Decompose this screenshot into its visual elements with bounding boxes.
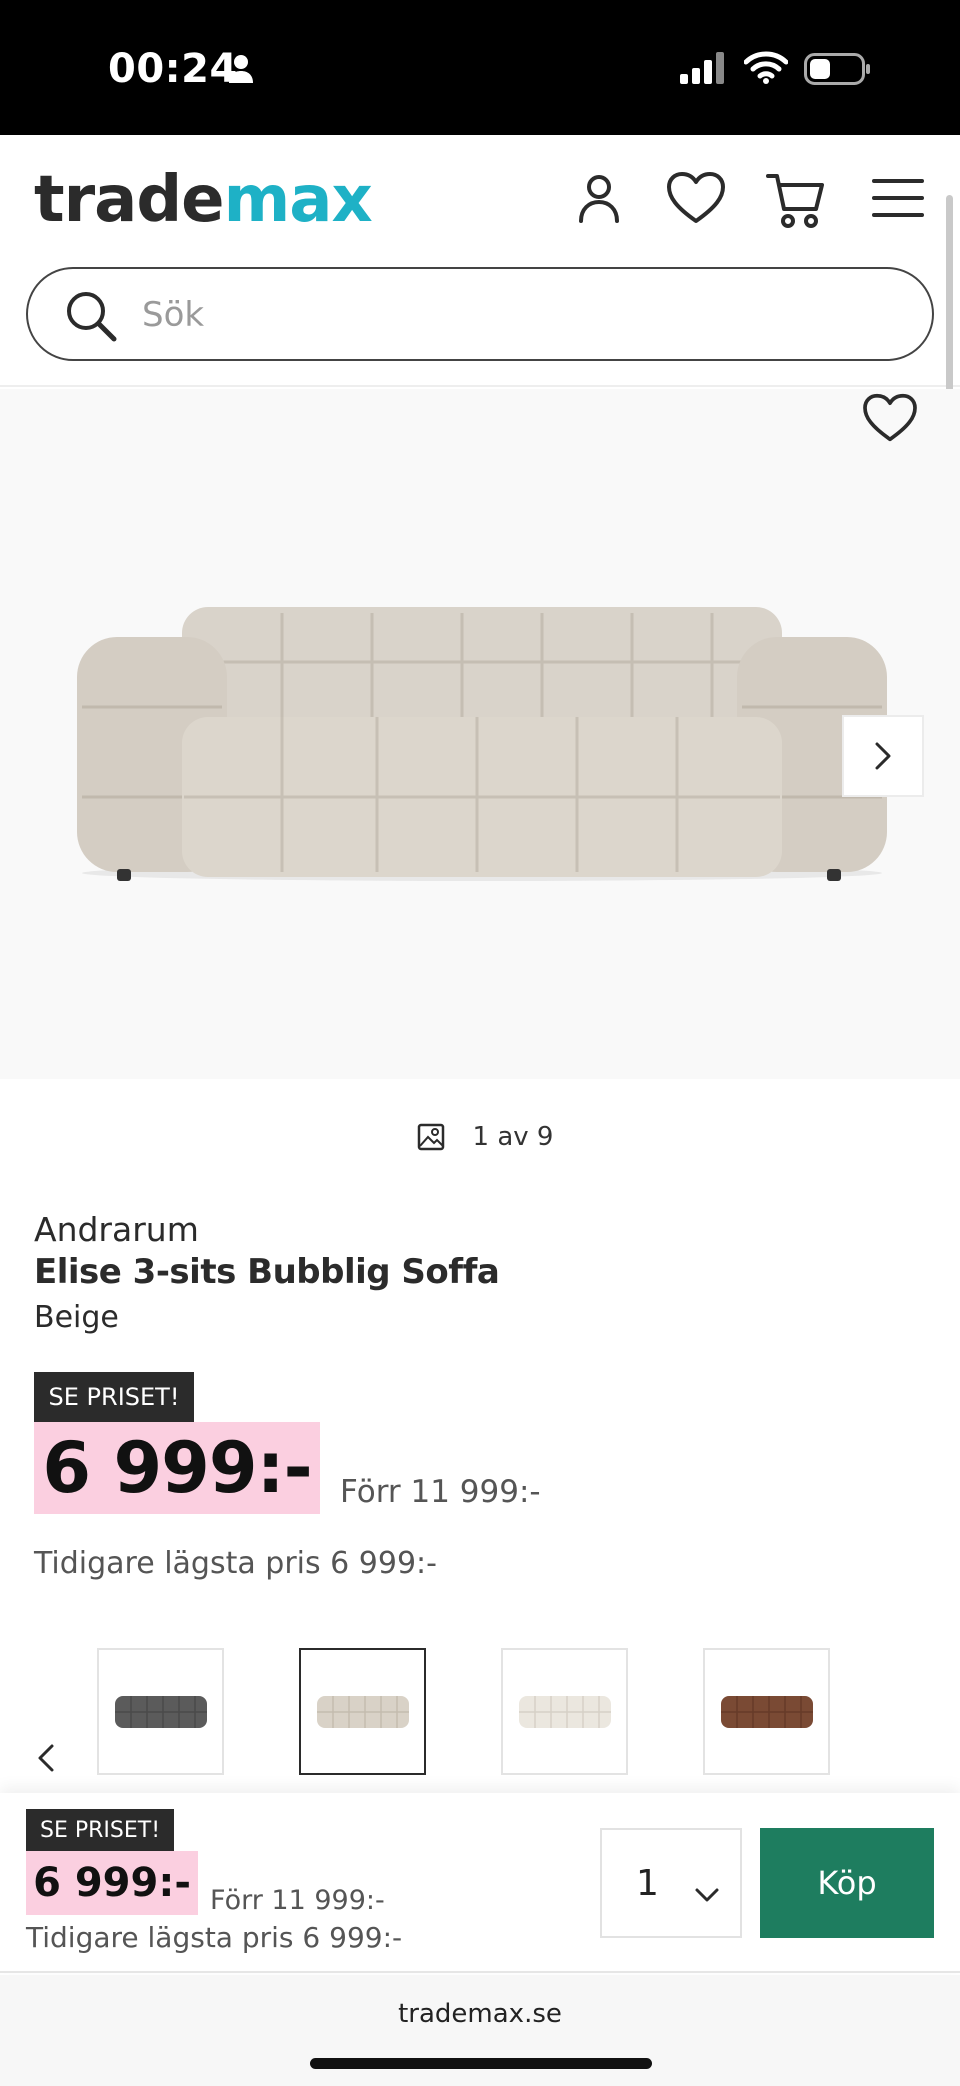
sticky-buy-bar: SE PRISET! 6 999:- Förr 11 999:- Tidigar… [0, 1793, 960, 1973]
signal-icon [680, 52, 728, 88]
product-color: Beige [34, 1300, 119, 1335]
quantity-value: 1 [636, 1862, 659, 1904]
product-brand[interactable]: Andrarum [34, 1210, 199, 1249]
buy-button[interactable]: Köp [760, 1828, 934, 1938]
status-time: 00:24 [108, 46, 238, 92]
battery-icon [804, 53, 872, 89]
buybar-lowest-price-note: Tidigare lägsta pris 6 999:- [26, 1921, 403, 1954]
variant-beige[interactable] [299, 1648, 426, 1775]
status-bar: 00:24 [0, 0, 960, 135]
heart-icon[interactable] [666, 171, 726, 229]
variant-brown[interactable] [703, 1648, 830, 1775]
next-image-button[interactable] [842, 715, 924, 797]
buybar-previous-price: Förr 11 999:- [210, 1885, 385, 1916]
cart-icon[interactable] [766, 171, 826, 235]
variants-prev-arrow-icon[interactable] [32, 1740, 62, 1780]
image-icon [417, 1123, 444, 1151]
quantity-select[interactable]: 1 [600, 1828, 742, 1938]
lowest-price-note: Tidigare lägsta pris 6 999:- [34, 1546, 437, 1581]
browser-url-bar[interactable]: trademax.se [0, 1975, 960, 2086]
variant-dark-grey[interactable] [97, 1648, 224, 1775]
product-name: Elise 3-sits Bubblig Soffa [34, 1252, 500, 1292]
logo-part-max: max [223, 163, 373, 237]
wifi-icon [743, 50, 789, 88]
product-gallery[interactable] [0, 389, 960, 1079]
trademax-logo[interactable]: trademax [34, 163, 373, 237]
next-arrow-icon [875, 742, 891, 770]
person-icon [228, 54, 254, 88]
home-indicator[interactable] [310, 2058, 652, 2069]
buybar-price: 6 999:- [26, 1851, 198, 1915]
search-bar[interactable] [26, 267, 934, 361]
buybar-price-badge: SE PRISET! [26, 1809, 174, 1851]
search-input[interactable] [142, 287, 882, 343]
logo-part-trade: trade [34, 163, 225, 237]
image-counter-text: 1 av 9 [472, 1122, 554, 1152]
site-header: trademax [0, 135, 960, 387]
product-image-sofa [72, 607, 892, 891]
variant-cream[interactable] [501, 1648, 628, 1775]
chevron-down-icon [694, 1872, 720, 1913]
previous-price: Förr 11 999:- [340, 1474, 541, 1510]
favorite-icon[interactable] [862, 393, 918, 447]
search-icon [64, 289, 118, 347]
price-badge: SE PRISET! [34, 1372, 194, 1422]
image-counter: 1 av 9 [0, 1122, 960, 1155]
product-price: 6 999:- [34, 1422, 320, 1514]
account-icon[interactable] [572, 171, 626, 229]
menu-icon[interactable] [870, 177, 926, 223]
browser-url[interactable]: trademax.se [0, 1999, 960, 2029]
